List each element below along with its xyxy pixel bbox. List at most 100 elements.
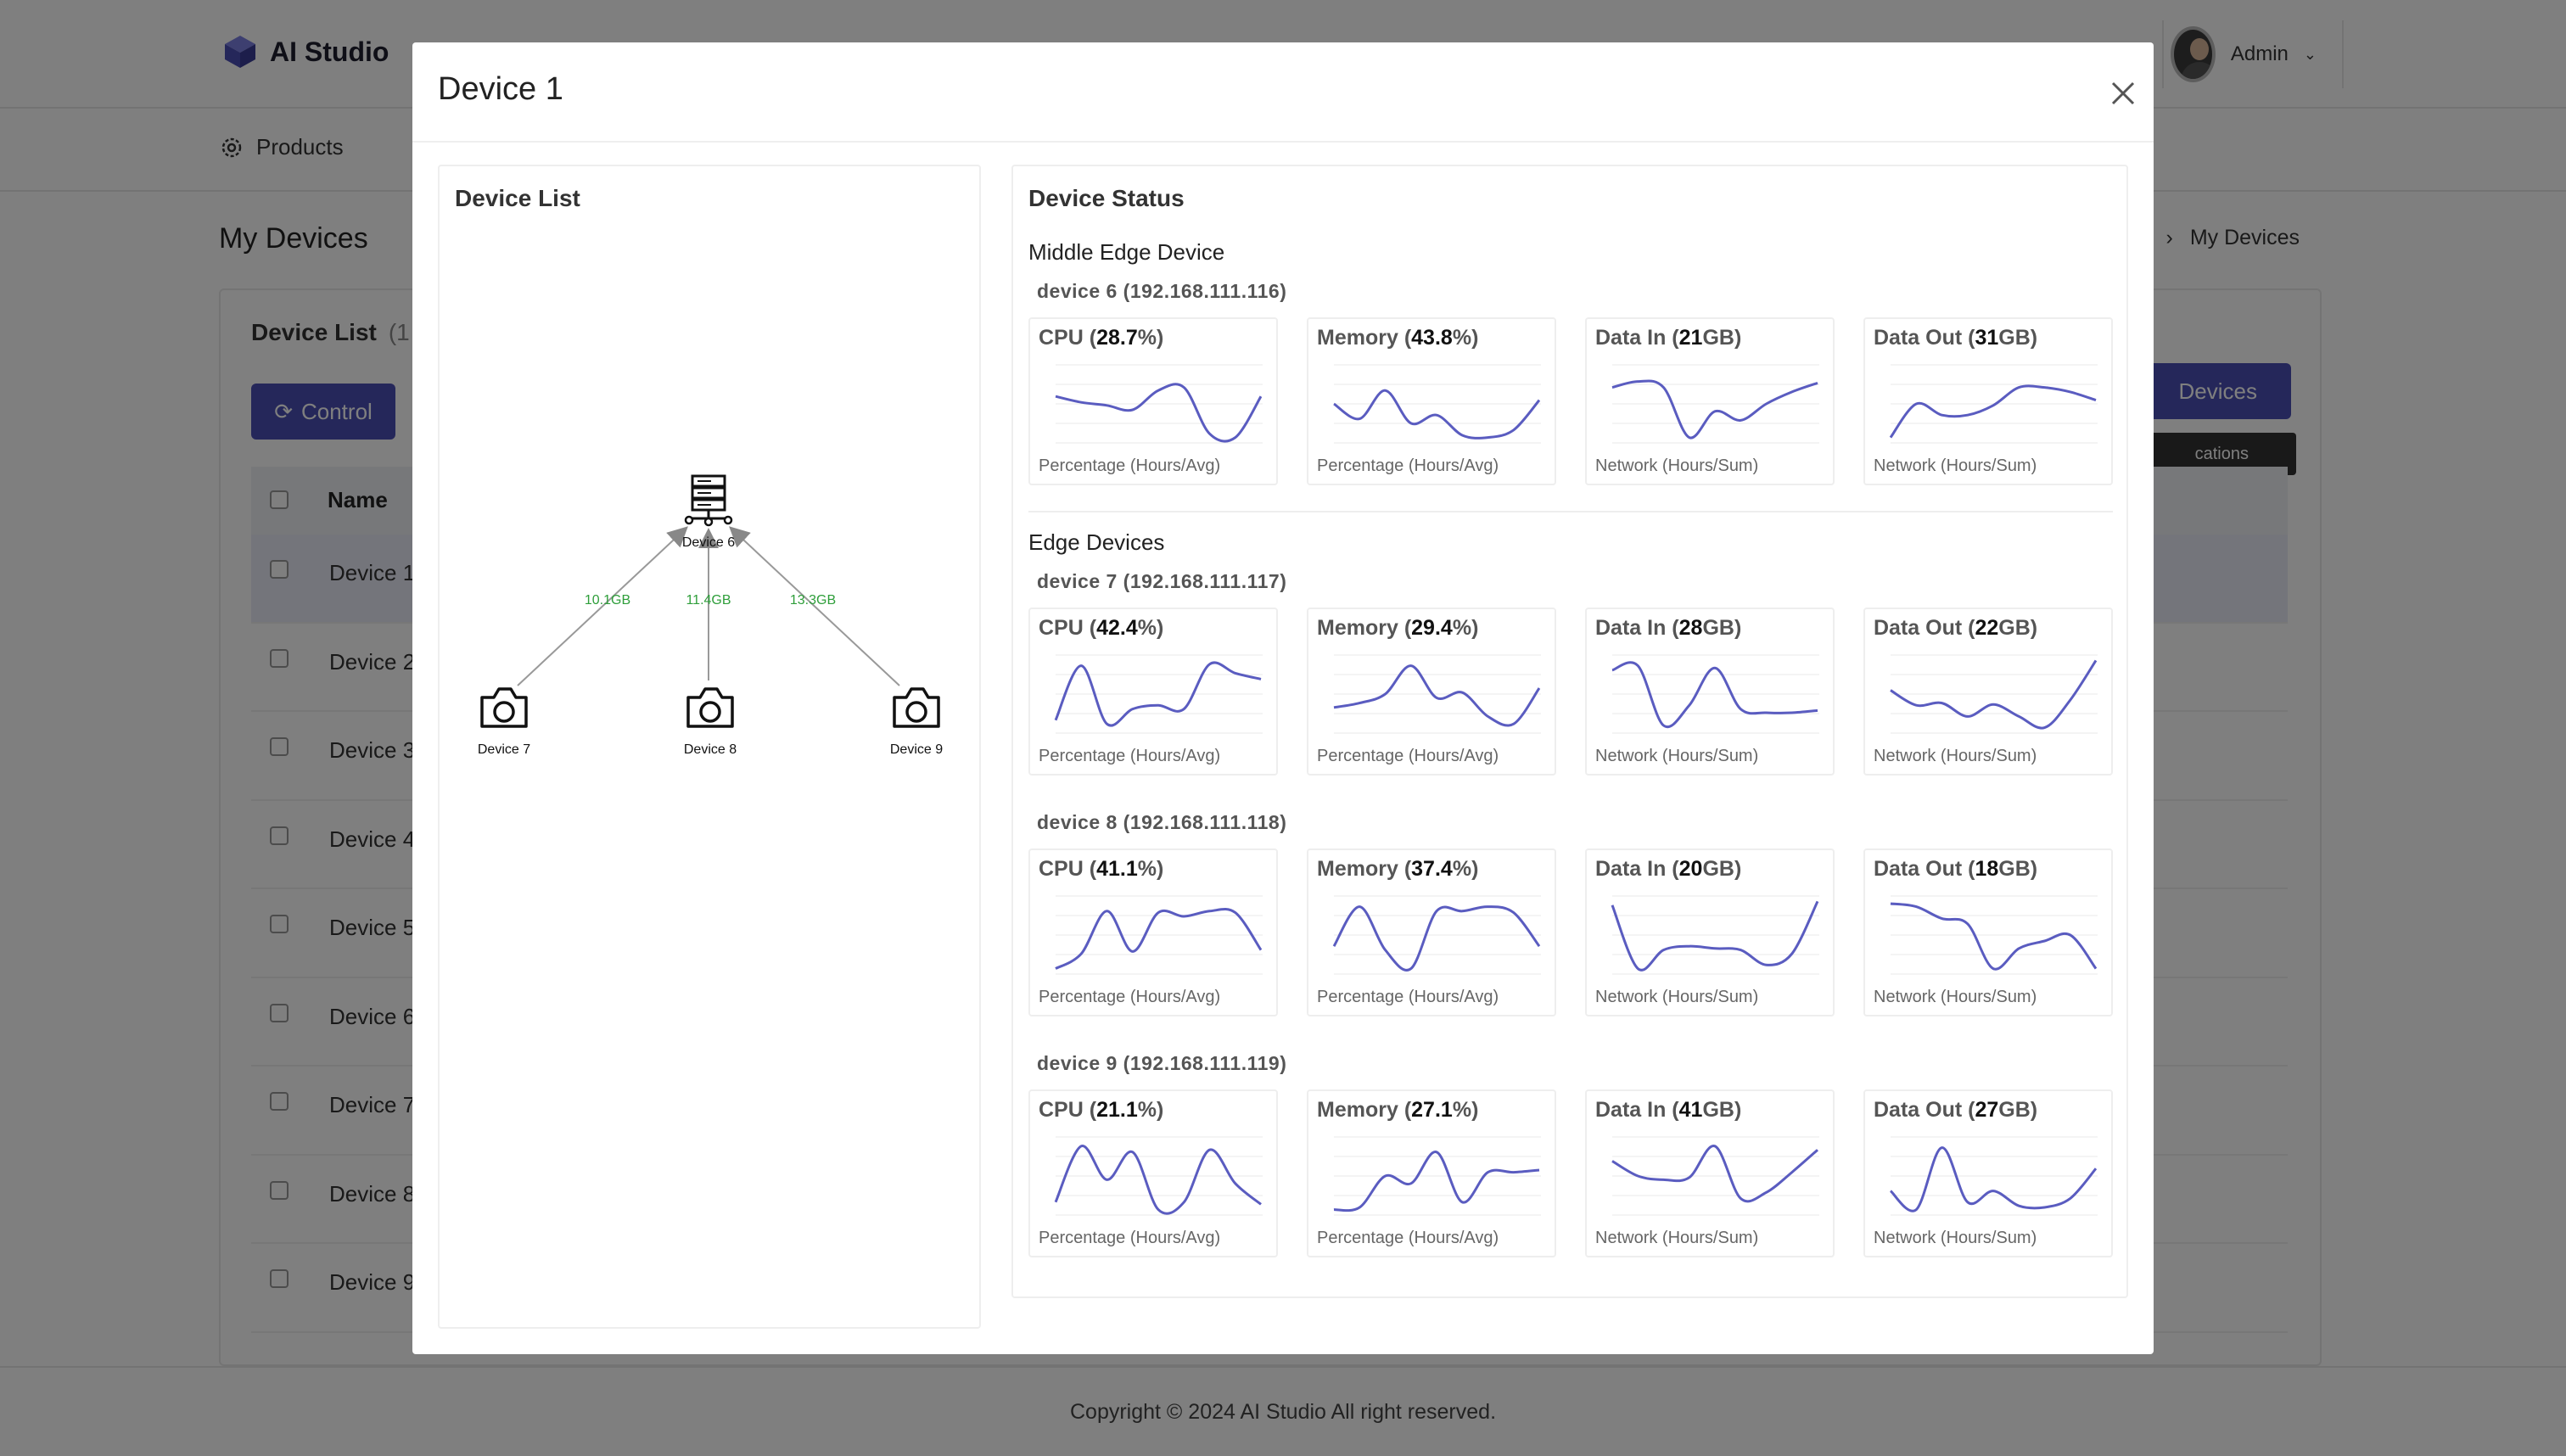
metric-value: 20 <box>1678 857 1703 881</box>
metric-value: 22 <box>1975 616 1999 640</box>
sparkline-chart <box>1332 895 1541 975</box>
camera-icon[interactable] <box>686 687 734 728</box>
metric-title: CPU (28.7%) <box>1039 326 1164 350</box>
metric-card-memory[interactable]: Memory (27.1%) Percentage (Hours/Avg) <box>1307 1089 1556 1257</box>
metric-unit: GB <box>1998 857 2031 881</box>
metric-name: Memory <box>1317 326 1398 350</box>
metric-card-data-in[interactable]: Data In (28GB) Network (Hours/Sum) <box>1585 608 1835 776</box>
metric-value: 31 <box>1975 326 1999 350</box>
camera-icon[interactable] <box>893 687 940 728</box>
sparkline-chart <box>1611 654 1819 734</box>
sparkline-line <box>1890 902 2098 971</box>
device-ip-label: device 7 (192.168.111.117) <box>1037 570 1287 592</box>
device-modal: Device 1 Device List 10.1GB 11.4GB 13.3G… <box>412 42 2154 1354</box>
server-icon[interactable] <box>684 474 733 527</box>
sparkline-chart <box>1333 364 1541 444</box>
metric-card-memory[interactable]: Memory (37.4%) Percentage (Hours/Avg) <box>1307 848 1556 1016</box>
metric-card-cpu[interactable]: CPU (42.4%) Percentage (Hours/Avg) <box>1028 608 1278 776</box>
close-icon[interactable] <box>2104 75 2142 112</box>
camera-icon[interactable] <box>480 687 528 728</box>
node-label: Device 7 <box>478 742 530 757</box>
metric-name: Data Out <box>1874 326 1963 350</box>
metric-card-data-in[interactable]: Data In (41GB) Network (Hours/Sum) <box>1585 1089 1835 1257</box>
metric-unit: % <box>1452 857 1472 881</box>
sparkline-chart <box>1054 654 1263 734</box>
metric-subtitle: Percentage (Hours/Avg) <box>1039 1229 1221 1247</box>
metric-subtitle: Network (Hours/Sum) <box>1874 747 2037 765</box>
metric-title: Data In (20GB) <box>1595 857 1742 881</box>
metric-subtitle: Network (Hours/Sum) <box>1595 747 1759 765</box>
metric-title: Memory (27.1%) <box>1317 1098 1479 1122</box>
metric-name: Data In <box>1595 326 1667 350</box>
metric-card-cpu[interactable]: CPU (28.7%) Percentage (Hours/Avg) <box>1028 317 1278 485</box>
sparkline-line <box>1055 908 1263 970</box>
metric-title: CPU (21.1%) <box>1039 1098 1164 1122</box>
metric-title: Memory (29.4%) <box>1317 616 1479 640</box>
metric-title: Data In (21GB) <box>1595 326 1742 350</box>
metric-value: 41 <box>1678 1098 1703 1122</box>
metric-value: 42.4 <box>1096 616 1138 640</box>
device-ip-label: device 8 (192.168.111.118) <box>1037 811 1287 833</box>
sparkline-line <box>1889 1146 2098 1212</box>
sparkline-chart <box>1611 1136 1819 1216</box>
metric-unit: GB <box>1998 1098 2031 1122</box>
metric-name: Memory <box>1317 616 1398 640</box>
metric-unit: % <box>1137 1098 1157 1122</box>
metric-name: Data In <box>1595 1098 1667 1122</box>
metric-name: Data In <box>1595 857 1667 881</box>
metric-subtitle: Percentage (Hours/Avg) <box>1039 456 1221 475</box>
metric-value: 21.1 <box>1096 1098 1138 1122</box>
metric-subtitle: Network (Hours/Sum) <box>1595 456 1759 475</box>
sparkline-line <box>1611 1145 1818 1203</box>
metric-subtitle: Network (Hours/Sum) <box>1595 1229 1759 1247</box>
metric-title: Data Out (31GB) <box>1874 326 2038 350</box>
sparkline-line <box>1333 1151 1540 1212</box>
node-label: Device 8 <box>684 742 737 757</box>
metric-card-data-in[interactable]: Data In (21GB) Network (Hours/Sum) <box>1585 317 1835 485</box>
metric-card-data-out[interactable]: Data Out (22GB) Network (Hours/Sum) <box>1863 608 2113 776</box>
link-label: 10.1GB <box>585 593 630 608</box>
metric-name: Data Out <box>1874 857 1963 881</box>
node-label: Device 6 <box>682 535 735 550</box>
sparkline-chart <box>1890 654 2098 734</box>
metric-card-cpu[interactable]: CPU (41.1%) Percentage (Hours/Avg) <box>1028 848 1278 1016</box>
metric-unit: GB <box>1702 326 1734 350</box>
device-ip-label: device 9 (192.168.111.119) <box>1037 1052 1287 1074</box>
metric-value: 43.8 <box>1411 326 1453 350</box>
metric-card-data-out[interactable]: Data Out (27GB) Network (Hours/Sum) <box>1863 1089 2113 1257</box>
metric-card-data-in[interactable]: Data In (20GB) Network (Hours/Sum) <box>1585 848 1835 1016</box>
metric-value: 28 <box>1678 616 1703 640</box>
sparkline-chart <box>1333 654 1541 734</box>
metric-unit: GB <box>1702 857 1734 881</box>
metric-value: 29.4 <box>1411 616 1453 640</box>
topology-graph: 10.1GB 11.4GB 13.3GB Device 6 Device 7 D… <box>478 474 943 757</box>
metric-value: 18 <box>1975 857 1999 881</box>
metric-unit: GB <box>1998 616 2031 640</box>
metric-card-data-out[interactable]: Data Out (31GB) Network (Hours/Sum) <box>1863 317 2113 485</box>
metric-unit: GB <box>1998 326 2031 350</box>
metric-unit: % <box>1137 616 1157 640</box>
metric-name: CPU <box>1039 1098 1084 1122</box>
metric-name: Data Out <box>1874 1098 1963 1122</box>
metric-unit: GB <box>1702 616 1734 640</box>
metric-value: 41.1 <box>1096 857 1138 881</box>
section-divider <box>1028 511 2113 512</box>
metric-title: CPU (41.1%) <box>1039 857 1164 881</box>
metric-name: CPU <box>1039 857 1084 881</box>
sparkline-line <box>1889 384 2097 439</box>
sparkline-chart <box>1890 895 2098 975</box>
metric-subtitle: Percentage (Hours/Avg) <box>1317 988 1499 1006</box>
metric-subtitle: Percentage (Hours/Avg) <box>1039 747 1221 765</box>
sparkline-chart <box>1889 364 2098 444</box>
metric-card-cpu[interactable]: CPU (21.1%) Percentage (Hours/Avg) <box>1028 1089 1278 1257</box>
metric-name: Memory <box>1317 1098 1398 1122</box>
metric-subtitle: Percentage (Hours/Avg) <box>1039 988 1221 1006</box>
modal-header: Device 1 <box>412 42 2154 143</box>
metric-card-data-out[interactable]: Data Out (18GB) Network (Hours/Sum) <box>1863 848 2113 1016</box>
sparkline-chart <box>1611 895 1819 975</box>
metric-card-memory[interactable]: Memory (29.4%) Percentage (Hours/Avg) <box>1307 608 1556 776</box>
sparkline-line <box>1611 379 1818 440</box>
edge-devices-section-title: Edge Devices <box>1028 529 1165 555</box>
metric-card-memory[interactable]: Memory (43.8%) Percentage (Hours/Avg) <box>1307 317 1556 485</box>
metric-value: 28.7 <box>1096 326 1138 350</box>
